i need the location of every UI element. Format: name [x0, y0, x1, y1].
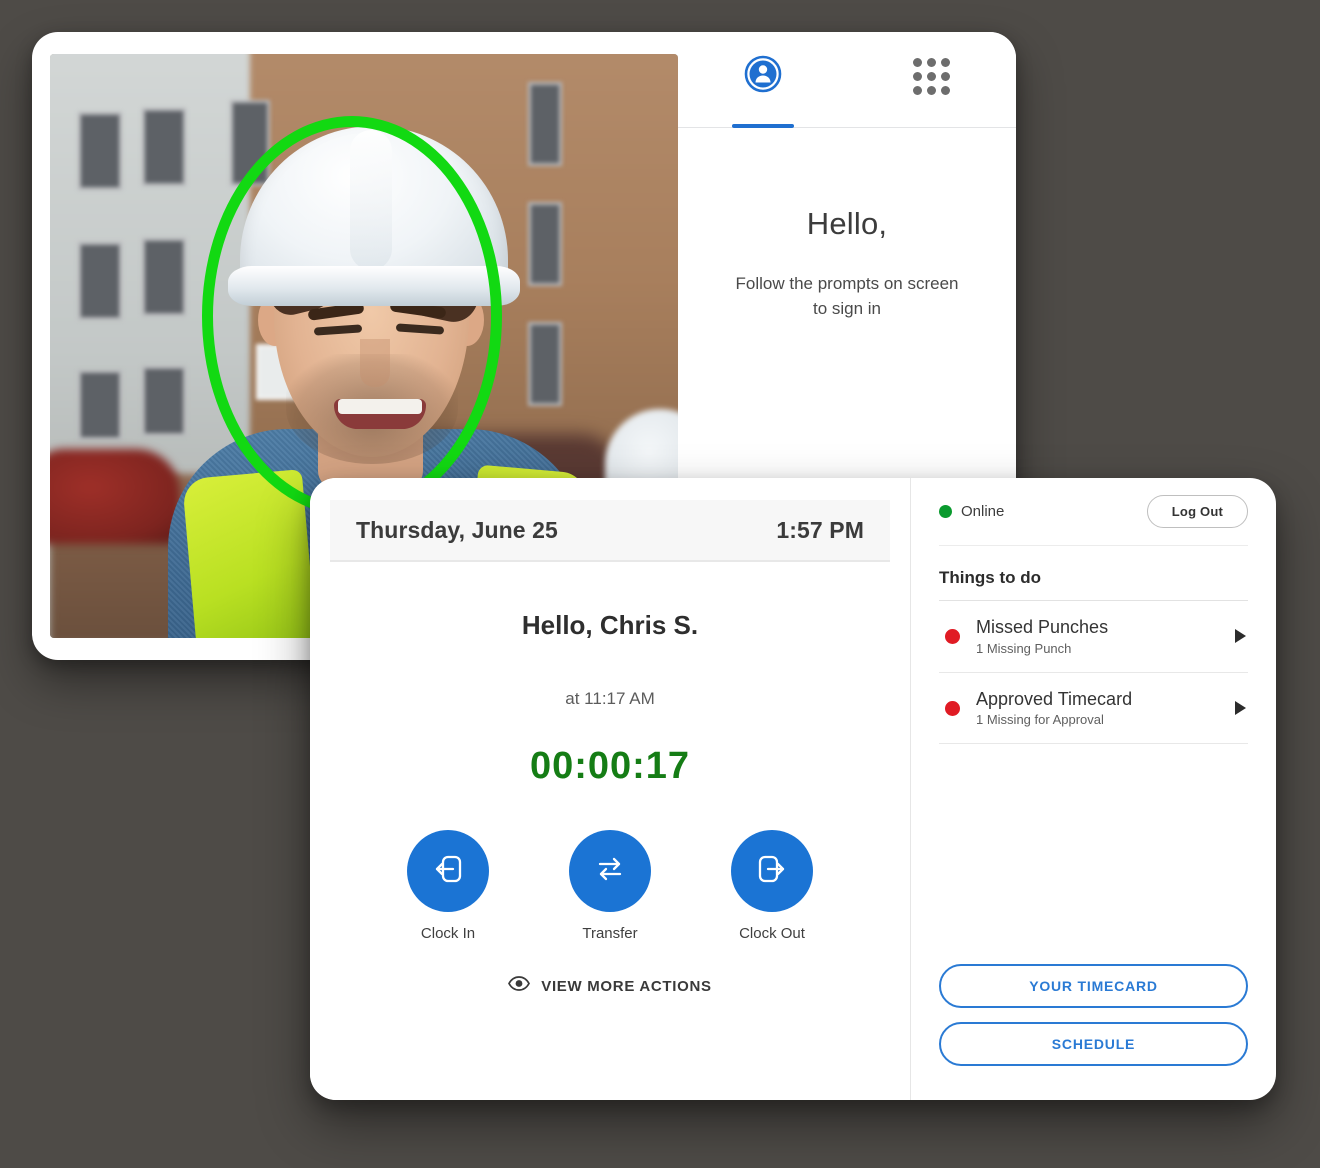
todo-item-title: Approved Timecard: [976, 688, 1133, 709]
todo-item-subtitle: 1 Missing for Approval: [976, 712, 1104, 728]
clock-out-button[interactable]: Clock Out: [714, 830, 830, 942]
clock-out-label: Clock Out: [739, 925, 805, 942]
elapsed-timer: 00:00:17: [529, 745, 691, 787]
clock-in-label: Clock In: [420, 925, 476, 942]
clocked-in-since: at 11:17 AM: [565, 689, 655, 708]
screenshot-stage: Hello, Follow the prompts on screen to s…: [0, 0, 1320, 1168]
current-date: Thursday, June 25: [356, 516, 558, 543]
alert-dot-icon: [945, 628, 960, 644]
safety-vest-left: [181, 469, 319, 638]
online-status-label: Online: [961, 503, 1005, 520]
time-clock-main-pane: Thursday, June 25 1:57 PM Hello, Chris S…: [310, 478, 910, 1100]
kiosk-instructions: Follow the prompts on screen to sign in: [678, 272, 1016, 321]
transfer-arrows-icon: [590, 849, 630, 894]
panel-footer-buttons: YOUR TIMECARD SCHEDULE: [939, 964, 1248, 1100]
grid-dots-icon: [913, 58, 950, 95]
transfer-button[interactable]: Transfer: [552, 830, 668, 942]
chevron-right-icon: [1235, 701, 1246, 716]
alert-dot-icon: [945, 700, 960, 716]
hard-hat-ridge: [350, 130, 392, 270]
todo-item-approved-timecard[interactable]: Approved Timecard 1 Missing for Approval: [939, 673, 1248, 745]
kiosk-greeting: Hello,: [806, 206, 888, 241]
status-row: Online Log Out: [939, 478, 1248, 546]
current-time: 1:57 PM: [776, 516, 864, 543]
online-status-dot-icon: [939, 505, 952, 518]
transfer-button-circle: [569, 830, 651, 912]
transfer-label: Transfer: [582, 925, 638, 942]
todo-item-subtitle: 1 Missing Punch: [976, 640, 1072, 656]
tab-face-sign-in[interactable]: [678, 32, 847, 127]
kiosk-instructions-line-2: to sign in: [812, 298, 882, 318]
worker-nose: [360, 339, 390, 387]
worker-mouth: [334, 399, 426, 429]
things-to-do-title: Things to do: [939, 568, 1248, 601]
time-clock-card: Thursday, June 25 1:57 PM Hello, Chris S…: [310, 478, 1276, 1100]
eye-icon: [508, 976, 531, 996]
todo-text-group: Missed Punches 1 Missing Punch: [976, 617, 1227, 656]
kiosk-instructions-line-1: Follow the prompts on screen: [735, 274, 959, 293]
person-circle-icon: [744, 55, 782, 98]
things-to-do-pane: Online Log Out Things to do Missed Punch…: [910, 478, 1276, 1100]
clock-in-button-circle: [407, 830, 489, 912]
kiosk-message-block: Hello, Follow the prompts on screen to s…: [678, 128, 1016, 321]
hard-hat-brim: [228, 266, 520, 306]
log-out-button[interactable]: Log Out: [1146, 495, 1248, 528]
schedule-button[interactable]: SCHEDULE: [939, 1022, 1248, 1066]
todo-text-group: Approved Timecard 1 Missing for Approval: [976, 689, 1227, 728]
clock-in-icon: [428, 849, 468, 894]
view-more-actions-button[interactable]: VIEW MORE ACTIONS: [310, 976, 910, 996]
clock-action-buttons: Clock In Transfer Clock Out: [310, 830, 910, 942]
chevron-right-icon: [1235, 629, 1246, 644]
online-status: Online: [939, 503, 1004, 520]
todo-item-title: Missed Punches: [976, 617, 1109, 637]
clock-out-icon: [752, 849, 792, 894]
user-greeting: Hello, Chris S.: [521, 610, 699, 640]
tab-keypad-sign-in[interactable]: [847, 32, 1016, 127]
your-timecard-button[interactable]: YOUR TIMECARD: [939, 964, 1248, 1008]
todo-item-missed-punches[interactable]: Missed Punches 1 Missing Punch: [939, 601, 1248, 673]
kiosk-tab-bar: [678, 32, 1016, 128]
clock-out-button-circle: [731, 830, 813, 912]
date-time-header: Thursday, June 25 1:57 PM: [330, 500, 890, 562]
view-more-actions-label: VIEW MORE ACTIONS: [541, 977, 712, 995]
clock-in-button[interactable]: Clock In: [390, 830, 506, 942]
